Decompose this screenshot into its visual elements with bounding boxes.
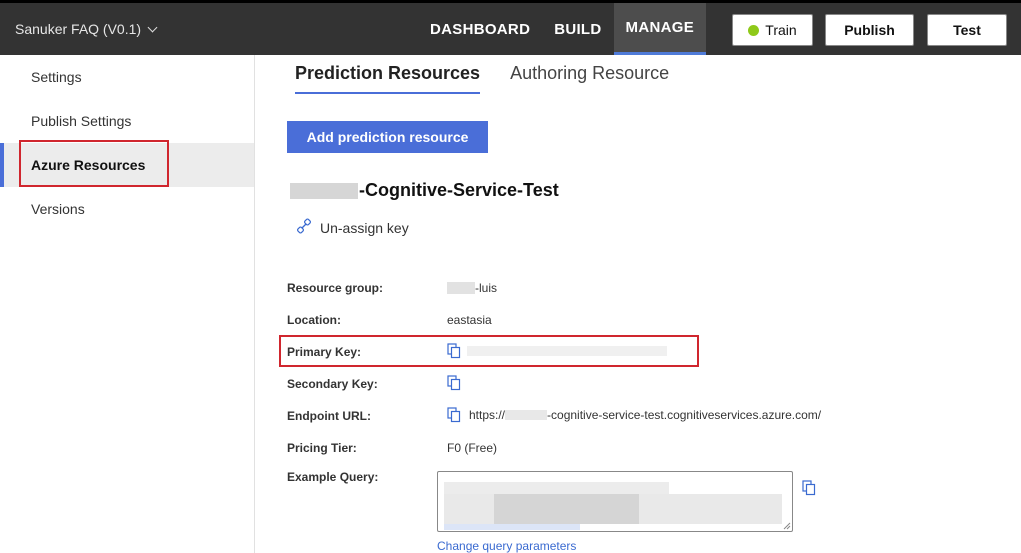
- copy-icon[interactable]: [802, 480, 816, 496]
- nav-dashboard[interactable]: DASHBOARD: [418, 3, 542, 55]
- resource-group-text: -luis: [475, 281, 498, 295]
- endpoint-url-label: Endpoint URL:: [287, 409, 371, 423]
- unlink-icon: [296, 218, 312, 237]
- unassign-key-button[interactable]: Un-assign key: [296, 218, 409, 237]
- secondary-key-label: Secondary Key:: [287, 377, 378, 391]
- redacted-text: [290, 182, 358, 199]
- location-value: eastasia: [447, 313, 492, 327]
- location-label: Location:: [287, 313, 341, 327]
- top-bar: Sanuker FAQ (V0.1) DASHBOARD BUILD MANAG…: [0, 0, 1021, 55]
- train-button[interactable]: Train: [732, 14, 813, 46]
- redacted-query-line: [494, 494, 639, 524]
- resource-title: -Cognitive-Service-Test: [290, 180, 559, 201]
- endpoint-suffix: -cognitive-service-test.cognitiveservice…: [547, 408, 822, 422]
- change-query-parameters-link[interactable]: Change query parameters: [437, 539, 576, 553]
- resize-handle-icon[interactable]: [783, 522, 791, 530]
- add-prediction-resource-button[interactable]: Add prediction resource: [287, 121, 488, 153]
- chevron-down-icon: [147, 22, 158, 32]
- sidebar-item-publish-settings[interactable]: Publish Settings: [0, 99, 254, 143]
- endpoint-url-value: https:// -cognitive-service-test.cogniti…: [447, 407, 821, 423]
- resource-group-value: -luis: [447, 281, 497, 295]
- redacted-query-line: [444, 524, 580, 530]
- train-label: Train: [765, 22, 797, 38]
- highlight-box-primary-key: [279, 335, 699, 367]
- sidebar: Settings Publish Settings Azure Resource…: [0, 55, 255, 553]
- main-nav: DASHBOARD BUILD MANAGE: [418, 3, 706, 55]
- publish-button[interactable]: Publish: [825, 14, 914, 46]
- tab-prediction-resources[interactable]: Prediction Resources: [295, 63, 481, 94]
- train-status-icon: [748, 24, 760, 36]
- resource-tabs: Prediction Resources Authoring Resource: [295, 63, 669, 94]
- redacted-text: [447, 282, 475, 294]
- nav-manage[interactable]: MANAGE: [613, 3, 706, 55]
- redacted-text: [505, 410, 548, 420]
- unassign-key-label: Un-assign key: [320, 219, 409, 236]
- example-query-label: Example Query:: [287, 470, 379, 484]
- copy-icon[interactable]: [447, 375, 461, 391]
- endpoint-prefix: https://: [469, 408, 506, 422]
- pricing-tier-label: Pricing Tier:: [287, 441, 357, 455]
- highlight-box-azure-resources: [19, 140, 169, 187]
- endpoint-url-text: https:// -cognitive-service-test.cogniti…: [469, 408, 821, 422]
- sidebar-item-versions[interactable]: Versions: [0, 187, 254, 231]
- resource-group-label: Resource group:: [287, 281, 384, 295]
- pricing-tier-value: F0 (Free): [447, 441, 498, 455]
- copy-icon[interactable]: [447, 407, 461, 423]
- app-title: Sanuker FAQ (V0.1): [15, 21, 142, 37]
- redacted-query-line: [444, 482, 669, 494]
- secondary-key-value: [447, 375, 461, 391]
- resource-name-suffix: -Cognitive-Service-Test: [359, 180, 559, 200]
- nav-build[interactable]: BUILD: [542, 3, 613, 55]
- tab-authoring-resource[interactable]: Authoring Resource: [510, 63, 669, 94]
- example-query-textarea[interactable]: [437, 471, 793, 532]
- app-selector[interactable]: Sanuker FAQ (V0.1): [15, 21, 158, 37]
- test-button[interactable]: Test: [927, 14, 1007, 46]
- sidebar-item-settings[interactable]: Settings: [0, 55, 254, 99]
